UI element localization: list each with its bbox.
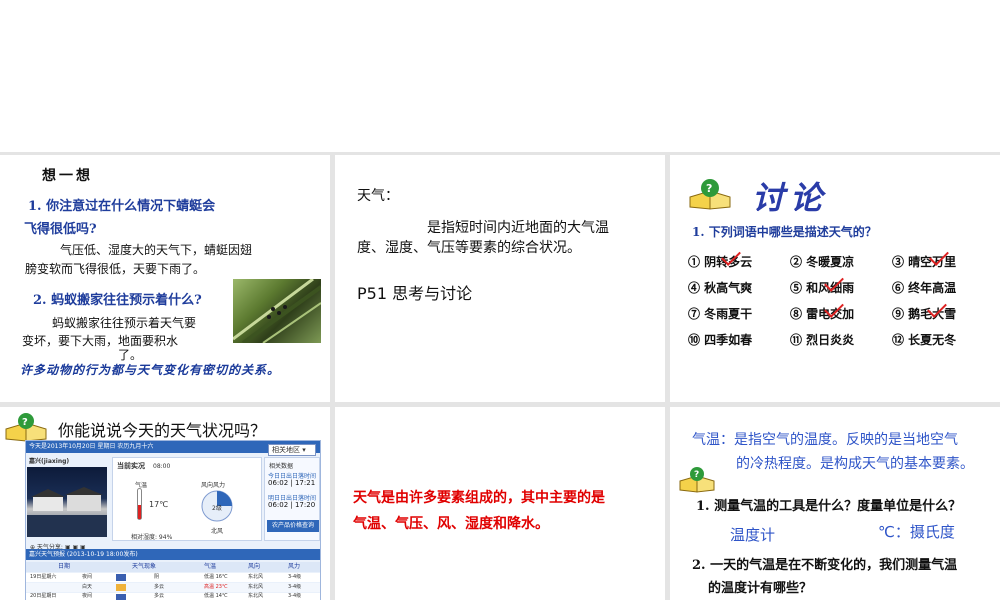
sunrise-today: 06:02 | 17:21 (268, 479, 316, 487)
slide-title: 讨论 (752, 179, 829, 217)
table-row: 20日星期日 夜间 多云 低温 14℃ 东北风 3-4级 (26, 593, 320, 600)
current-conditions-panel: 当前实况 08:00 气温 17℃ 风向风力 2级 北风 相对湿度: 94% (112, 457, 262, 541)
now-time: 08:00 (153, 463, 171, 470)
term-2: ② 冬暖夏凉 (790, 255, 855, 269)
term-7: ⑦ 冬雨夏干 (688, 307, 753, 321)
weather-icon (116, 574, 126, 581)
col-phenomenon: 天气现象 (132, 563, 157, 570)
svg-text:?: ? (694, 470, 699, 480)
slide-weather-elements[interactable]: 天气是由许多要素组成的，其中主要的是 气温、气压、风、湿度和降水。 (335, 407, 665, 600)
wind-direction: 北风 (211, 528, 224, 535)
slide-today-weather[interactable]: ? 你能说说今天的天气状况吗？ 今天是2013年10月20日 星期日 农历九月十… (0, 407, 330, 600)
temp-definition-line-1: 气温：是指空气的温度。反映的是当地空气 (692, 432, 958, 448)
elements-line-1: 天气是由许多要素组成的，其中主要的是 (353, 490, 605, 506)
slide-title: 想一想 (42, 168, 93, 184)
term-10: ⑩ 四季如春 (688, 333, 753, 347)
book-question-icon: ? (689, 179, 731, 210)
city-photo (27, 467, 107, 537)
term-9: ⑨ 鹅毛大雪 (892, 307, 957, 321)
wind-value: 2级 (212, 505, 222, 512)
answer-unit: ℃：摄氏度 (878, 523, 955, 541)
footer-note: 许多动物的行为都与天气变化有密切的关系。 (20, 363, 281, 377)
city-night-icon (27, 487, 107, 537)
slide-think[interactable]: 想一想 1. 你注意过在什么情况下蜻蜓会 飞得很低吗? 气压低、湿度大的天气下，… (0, 155, 330, 402)
question-1-line-1: 1. 你注意过在什么情况下蜻蜓会 (28, 199, 216, 214)
term-12: ⑫ 长夏无冬 (892, 333, 957, 347)
weather-icon (116, 594, 126, 600)
discussion-question: 1. 下列词语中哪些是描述天气的？ (692, 225, 877, 239)
thermometer-icon (137, 488, 142, 520)
temp-value: 17℃ (149, 500, 169, 509)
col-temp: 气温 (204, 563, 217, 570)
sun-title: 相关数据 (269, 463, 294, 470)
book-question-icon: ? (679, 467, 715, 493)
answer-1-line-1: 气压低、湿度大的天气下，蜻蜓因翅 (60, 243, 253, 257)
forecast-title-bar: 嘉兴天气预报 (2013-10-19 18:00发布) (26, 549, 320, 560)
page-reference: P51 思考与讨论 (357, 284, 473, 303)
now-label: 当前实况 (117, 462, 145, 470)
elements-line-2: 气温、气压、风、湿度和降水。 (353, 516, 549, 532)
humidity: 相对湿度: 94% (131, 534, 173, 541)
col-date: 日期 (58, 563, 71, 570)
svg-text:?: ? (22, 417, 28, 428)
term-3: ③ 晴空万里 (892, 255, 957, 269)
term-6: ⑥ 终年高温 (892, 281, 957, 295)
term-8: ⑧ 雷电交加 (790, 307, 855, 321)
col-wind-dir: 风向 (248, 563, 261, 570)
term-1: ① 阴转多云 (688, 255, 753, 269)
table-row: 19日星期六 夜间 阴 低温 16℃ 东北风 3-4级 (26, 573, 320, 582)
today-weather-question: 你能说说今天的天气状况吗？ (58, 421, 267, 440)
sun-times-panel: 相关数据 今日日出日落时间 06:02 | 17:21 明日日出日落时间 06:… (264, 457, 320, 541)
book-question-icon: ? (5, 413, 47, 442)
weather-widget: 今天是2013年10月20日 星期日 农历九月十六 相关地区 ▾ 嘉兴(jiax… (25, 440, 321, 600)
question-1: 1. 测量气温的工具是什么？度量单位是什么？ (696, 499, 962, 514)
question-2-line-2: 的温度计有哪些？ (708, 581, 813, 596)
slide-temperature[interactable]: 气温：是指空气的温度。反映的是当地空气 的冷热程度。是构成天气的基本要素。 ? … (670, 407, 1000, 600)
answer-2-line-2: 变坏，要下大雨，地面要积水 (22, 334, 179, 348)
grass-stripes-icon (232, 277, 323, 345)
temp-definition-line-2: 的冷热程度。是构成天气的基本要素。 (736, 456, 974, 472)
weather-icon (116, 584, 126, 591)
weather-label: 天气： (357, 188, 399, 204)
slide-discussion[interactable]: ? 讨论 1. 下列词语中哪些是描述天气的？ ① 阴转多云 ② 冬暖夏凉 ③ 晴… (670, 155, 1000, 402)
col-wind-force: 风力 (288, 563, 301, 570)
city-name: 嘉兴(jiaxing) (29, 458, 70, 465)
slide-weather-definition[interactable]: 天气： 是指短时间内近地面的大气温 度、湿度、气压等要素的综合状况。 P51 思… (335, 155, 665, 402)
sunrise-tomorrow: 06:02 | 17:20 (268, 501, 316, 509)
table-row: 白天 多云 高温 23℃ 东北风 3-4级 (26, 583, 320, 592)
forecast-header: 日期 天气现象 气温 风向 风力 (26, 562, 320, 572)
question-2: 2. 蚂蚁搬家往往预示着什么? (33, 293, 202, 308)
term-4: ④ 秋高气爽 (688, 281, 753, 295)
definition-line-1: 是指短时间内近地面的大气温 (427, 220, 609, 236)
region-select[interactable]: 相关地区 ▾ (268, 444, 316, 456)
term-11: ⑪ 烈日炎炎 (790, 333, 855, 347)
question-2-line-1: 2. 一天的气温是在不断变化的，我们测量气温 (692, 558, 958, 573)
answer-tool: 温度计 (730, 526, 776, 544)
svg-text:?: ? (706, 182, 712, 195)
price-query-button[interactable]: 农产品价格查询 (267, 520, 319, 532)
question-1-line-2: 飞得很低吗? (24, 222, 97, 237)
answer-1-line-2: 膀变软而飞得很低，天要下雨了。 (25, 262, 206, 276)
definition-line-2: 度、湿度、气压等要素的综合状况。 (357, 240, 581, 256)
term-5: ⑤ 和风细雨 (790, 281, 855, 295)
ant-photo (232, 277, 323, 345)
